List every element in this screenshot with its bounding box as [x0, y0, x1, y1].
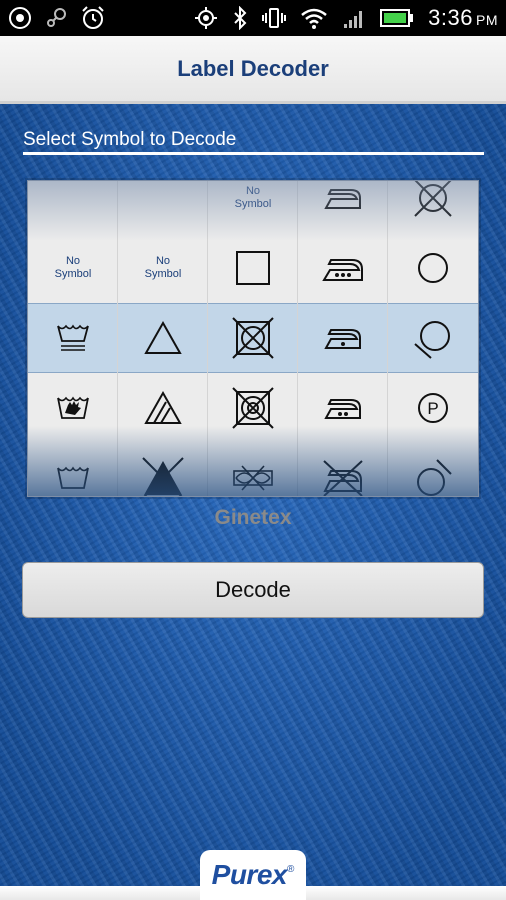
page-title: Label Decoder [177, 55, 329, 81]
picker-cell[interactable] [118, 373, 208, 443]
picker-cell[interactable]: No Symbol [118, 233, 208, 303]
picker-cell[interactable] [208, 443, 298, 496]
picker-cell[interactable] [298, 181, 388, 233]
logo-mark: ® [286, 863, 295, 875]
square-icon [234, 249, 272, 287]
alarm-icon [80, 5, 106, 31]
picker-column-dry[interactable]: No Symbol [208, 181, 298, 496]
no-symbol-label: No Symbol [55, 255, 92, 281]
picker-cell[interactable] [208, 233, 298, 303]
dry-clean-p-icon: P [415, 390, 451, 426]
do-not-dry-clean-icon [411, 316, 455, 360]
picker-cell[interactable] [28, 443, 118, 496]
title-bar: Label Decoder [0, 36, 506, 104]
picker-cell[interactable] [208, 373, 298, 443]
battery-icon [380, 8, 414, 28]
do-not-bleach-icon [140, 455, 186, 496]
picker-cell[interactable]: No Symbol [208, 181, 298, 233]
picker-cell[interactable] [298, 443, 388, 496]
do-not-dry-clean-x-icon [411, 181, 455, 220]
circle-icon [415, 250, 451, 286]
decode-button[interactable]: Decode [22, 562, 484, 618]
no-symbol-label: No Symbol [235, 185, 272, 211]
picker-cell-selected[interactable] [118, 303, 208, 373]
do-not-dry-icon [231, 386, 275, 430]
picker-cell-selected[interactable] [388, 303, 478, 373]
picker-cell[interactable]: P [388, 373, 478, 443]
purex-logo: Purex ® [200, 850, 306, 900]
hand-wash-icon [56, 393, 90, 423]
picker-cell[interactable] [388, 233, 478, 303]
no-symbol-label: No Symbol [145, 255, 182, 281]
picker-cell-selected[interactable] [208, 303, 298, 373]
no-symbol-text: No Symbol [234, 185, 272, 210]
clock-ampm: PM [476, 12, 498, 28]
picker-cell[interactable] [388, 443, 478, 496]
picker-column-iron[interactable] [298, 181, 388, 496]
clock-time: 3:36 [428, 5, 473, 30]
status-bar: 3:36 PM [0, 0, 506, 36]
no-symbol-text: No Symbol [144, 255, 182, 280]
do-not-iron-icon [320, 458, 366, 496]
picker-cell-selected[interactable] [28, 303, 118, 373]
wash-tub-lines-icon [56, 323, 90, 353]
do-not-wring-icon [230, 464, 276, 492]
iron-low-heat-icon [323, 324, 363, 352]
dry-clean-p-letter: P [427, 399, 438, 418]
wifi-icon [300, 6, 328, 30]
triangle-icon [143, 320, 183, 356]
vibrate-icon [262, 6, 287, 30]
standard-label: Ginetex [214, 506, 292, 529]
symbol-picker[interactable]: No Symbol No Symbol No Symbol P [27, 180, 479, 497]
target-icon [8, 6, 32, 30]
picker-cell[interactable] [298, 373, 388, 443]
picker-cell[interactable] [118, 443, 208, 496]
clock: 3:36 PM [428, 5, 498, 31]
no-symbol-text: No Symbol [54, 255, 92, 280]
section-label: Select Symbol to Decode [23, 129, 237, 150]
logo-text: Purex [211, 859, 288, 890]
gps-icon [194, 6, 218, 30]
iron-medium-heat-icon [323, 394, 363, 422]
picker-cell[interactable] [298, 233, 388, 303]
iron-icon [323, 184, 363, 212]
picker-cell-selected[interactable] [298, 303, 388, 373]
signal-icon [342, 6, 366, 30]
picker-cell[interactable]: No Symbol [28, 233, 118, 303]
section-divider [23, 152, 484, 155]
wash-tub-icon [56, 463, 90, 493]
picker-column-dry-clean[interactable]: P [388, 181, 478, 496]
iron-high-heat-icon [321, 252, 365, 284]
picker-cell[interactable] [28, 373, 118, 443]
bluetooth-icon [232, 6, 248, 30]
picker-cell[interactable] [388, 181, 478, 233]
non-chlorine-bleach-icon [143, 390, 183, 426]
picker-column-bleach[interactable]: No Symbol [118, 181, 208, 496]
do-not-tumble-dry-icon [231, 316, 275, 360]
picker-column-wash[interactable]: No Symbol [28, 181, 118, 496]
steam-icon [44, 6, 68, 30]
do-not-dry-clean-icon [411, 456, 455, 496]
